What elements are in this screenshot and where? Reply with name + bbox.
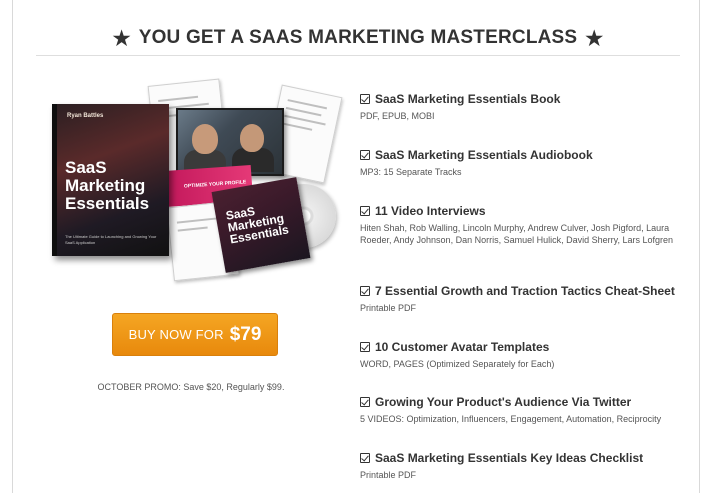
case-title: SaaS Marketing Essentials — [224, 203, 290, 247]
buy-now-button[interactable]: BUY NOW FOR $79 — [112, 313, 278, 356]
buy-button-price: $79 — [229, 323, 262, 345]
promo-text: OCTOBER PROMO: Save $20, Regularly $99. — [97, 382, 285, 392]
feature-item: 7 Essential Growth and Traction Tactics … — [360, 283, 690, 314]
feature-title: 7 Essential Growth and Traction Tactics … — [375, 284, 675, 298]
feature-detail: PDF, EPUB, MOBI — [360, 111, 435, 121]
feature-title: SaaS Marketing Essentials Key Ideas Chec… — [375, 451, 644, 465]
feature-item: SaaS Marketing Essentials Audiobook MP3:… — [360, 147, 690, 178]
checkbox-checked-icon — [360, 397, 370, 407]
checkbox-checked-icon — [360, 286, 370, 296]
feature-item: 10 Customer Avatar Templates WORD, PAGES… — [360, 339, 690, 370]
feature-detail: Hiten Shah, Rob Walling, Lincoln Murphy,… — [360, 223, 673, 245]
feature-title: SaaS Marketing Essentials Audiobook — [375, 148, 593, 162]
feature-detail: MP3: 15 Separate Tracks — [360, 167, 462, 177]
header-divider — [36, 55, 680, 56]
feature-detail: WORD, PAGES (Optimized Separately for Ea… — [360, 359, 555, 369]
feature-item: SaaS Marketing Essentials Book PDF, EPUB… — [360, 91, 690, 122]
feature-detail: Printable PDF — [360, 470, 417, 480]
section-header: ★ YOU GET A SAAS MARKETING MASTERCLASS ★ — [36, 22, 680, 54]
checkbox-checked-icon — [360, 94, 370, 104]
star-icon: ★ — [585, 27, 604, 50]
section-title: YOU GET A SAAS MARKETING MASTERCLASS — [138, 27, 578, 48]
feature-title: SaaS Marketing Essentials Book — [375, 92, 561, 106]
feature-title: 10 Customer Avatar Templates — [375, 340, 550, 354]
checkbox-checked-icon — [360, 150, 370, 160]
checkbox-checked-icon — [360, 342, 370, 352]
buy-button-label: BUY NOW FOR — [128, 327, 224, 342]
feature-item: 11 Video Interviews Hiten Shah, Rob Wall… — [360, 203, 690, 246]
checkbox-checked-icon — [360, 206, 370, 216]
cd-case: SaaS Marketing Essentials — [211, 177, 311, 273]
book-cover: Ryan Battles SaaS Marketing Essentials T… — [52, 104, 169, 256]
feature-detail: Printable PDF — [360, 303, 417, 313]
star-icon: ★ — [112, 27, 131, 50]
product-bundle-image: OPTIMIZE YOUR PROFILE SaaS Marketing Ess… — [36, 76, 346, 282]
feature-detail: 5 VIDEOS: Optimization, Influencers, Eng… — [360, 414, 662, 424]
checkbox-checked-icon — [360, 453, 370, 463]
book-title: SaaS Marketing Essentials — [65, 158, 150, 213]
feature-title: 11 Video Interviews — [375, 204, 486, 218]
feature-item: SaaS Marketing Essentials Key Ideas Chec… — [360, 450, 690, 481]
book-author: Ryan Battles — [67, 113, 104, 119]
feature-item: Growing Your Product's Audience Via Twit… — [360, 394, 690, 425]
feature-title: Growing Your Product's Audience Via Twit… — [375, 395, 632, 409]
book-subtitle: The Ultimate Guide to Launching and Grow… — [65, 234, 157, 245]
